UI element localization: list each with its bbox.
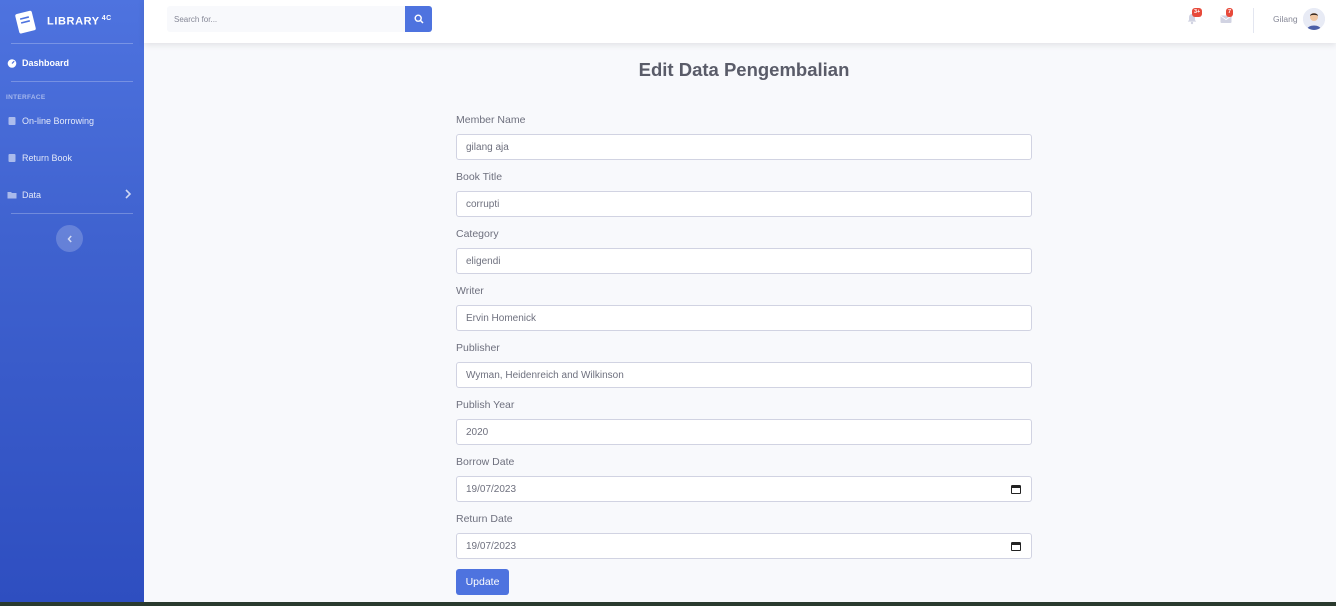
edit-return-form: Member Name gilang aja Book Title corrup…: [456, 113, 1032, 595]
calendar-icon[interactable]: [1011, 541, 1021, 551]
publisher-field: Publisher Wyman, Heidenreich and Wilkins…: [456, 341, 1032, 388]
member-name-input[interactable]: gilang aja: [456, 134, 1032, 160]
sidebar-item-label: On-line Borrowing: [22, 115, 95, 126]
topbar: 3+ 7 Gilang: [144, 0, 1336, 43]
chevron-right-icon: [125, 189, 132, 199]
field-label: Book Title: [456, 171, 503, 183]
field-value: gilang aja: [466, 141, 509, 153]
publisher-input[interactable]: Wyman, Heidenreich and Wilkinson: [456, 362, 1032, 388]
book-title-input[interactable]: corrupti: [456, 191, 1032, 217]
return-date-input[interactable]: 19/07/2023: [456, 533, 1032, 559]
borrow-date-field: Borrow Date 19/07/2023: [456, 455, 1032, 502]
search-button[interactable]: [405, 6, 432, 32]
borrow-date-input[interactable]: 19/07/2023: [456, 476, 1032, 502]
topbar-divider: [1253, 8, 1254, 33]
field-label: Member Name: [456, 114, 526, 126]
category-field: Category eligendi: [456, 227, 1032, 274]
alerts-badge: 3+: [1192, 8, 1203, 17]
book-icon: [8, 153, 16, 162]
brand-name: LIBRARY 4C: [47, 15, 112, 28]
sidebar-item-dashboard[interactable]: Dashboard: [0, 44, 144, 81]
member-name-field: Member Name gilang aja: [456, 113, 1032, 160]
field-value: Ervin Homenick: [466, 312, 537, 324]
page-title: Edit Data Pengembalian: [638, 59, 850, 80]
field-label: Borrow Date: [456, 456, 515, 468]
field-value: 19/07/2023: [466, 540, 517, 552]
user-avatar[interactable]: [1303, 8, 1325, 30]
field-value: 2020: [466, 426, 489, 438]
sidebar-item-label: Dashboard: [22, 57, 70, 68]
sidebar-item-label: Data: [22, 189, 42, 200]
search-form: [167, 6, 432, 32]
sidebar-item-online-borrowing[interactable]: On-line Borrowing: [0, 102, 144, 139]
field-label: Writer: [456, 285, 484, 297]
user-avatar-icon: [1303, 8, 1325, 30]
book-icon: [8, 116, 16, 125]
chevron-left-icon: [66, 234, 72, 243]
sidebar-heading: INTERFACE: [6, 94, 46, 101]
return-date-field: Return Date 19/07/2023: [456, 512, 1032, 559]
category-input[interactable]: eligendi: [456, 248, 1032, 274]
brand-link[interactable]: LIBRARY 4C: [0, 0, 144, 43]
publish-year-input[interactable]: 2020: [456, 419, 1032, 445]
writer-input[interactable]: Ervin Homenick: [456, 305, 1032, 331]
field-value: Wyman, Heidenreich and Wilkinson: [466, 369, 624, 381]
book-logo-icon: [15, 10, 36, 33]
field-label: Return Date: [456, 513, 513, 525]
sidebar-divider: [11, 213, 133, 214]
book-title-field: Book Title corrupti: [456, 170, 1032, 217]
messages-badge: 7: [1226, 8, 1234, 17]
sidebar-item-return-book[interactable]: Return Book: [0, 139, 144, 176]
search-icon: [413, 14, 424, 24]
field-value: eligendi: [466, 255, 501, 267]
search-input[interactable]: [167, 6, 405, 32]
field-value: corrupti: [466, 198, 500, 210]
writer-field: Writer Ervin Homenick: [456, 284, 1032, 331]
field-label: Publisher: [456, 342, 500, 354]
folder-icon: [7, 191, 17, 198]
bottom-strip: [0, 602, 1336, 606]
user-name[interactable]: Gilang: [1273, 14, 1298, 24]
field-label: Category: [456, 228, 499, 240]
field-value: 19/07/2023: [466, 483, 517, 495]
update-button[interactable]: Update: [456, 569, 509, 595]
publish-year-field: Publish Year 2020: [456, 398, 1032, 445]
tachometer-icon: [7, 58, 17, 68]
sidebar-item-label: Return Book: [22, 152, 73, 163]
sidebar-item-data[interactable]: Data: [0, 176, 144, 213]
calendar-icon[interactable]: [1011, 484, 1021, 494]
alerts-dropdown[interactable]: 3+: [1186, 8, 1203, 28]
messages-dropdown[interactable]: 7: [1220, 8, 1236, 28]
sidebar-toggle-button[interactable]: [56, 225, 83, 252]
field-label: Publish Year: [456, 399, 515, 411]
sidebar: LIBRARY 4C Dashboard INTERFACE On-line Bo…: [0, 0, 144, 606]
